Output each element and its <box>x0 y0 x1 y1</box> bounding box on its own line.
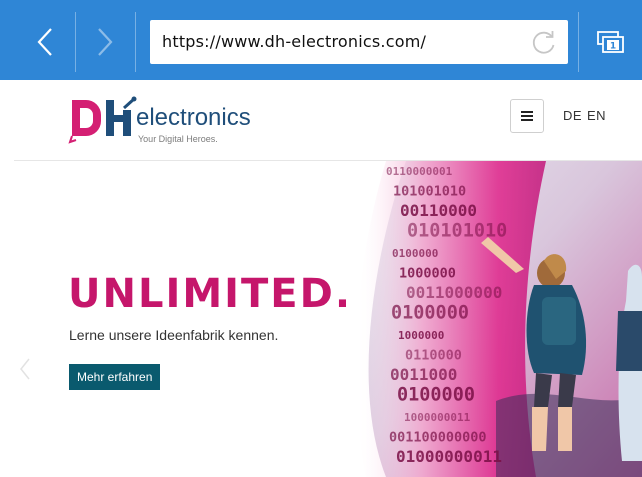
url-text[interactable]: https://www.dh-electronics.com/ <box>162 32 426 51</box>
binary-line: 001100000000 <box>389 430 487 446</box>
reload-icon[interactable] <box>530 28 558 56</box>
binary-line: 0100000 <box>397 385 475 406</box>
tabs-icon: 1 <box>597 31 624 53</box>
address-bar[interactable]: https://www.dh-electronics.com/ <box>150 20 568 64</box>
hero-subline: Lerne unsere Ideenfabrik kennen. <box>69 327 279 343</box>
chevron-left-icon <box>37 28 52 56</box>
logo-wordmark: electronics <box>136 104 251 131</box>
web-page: electronics Your Digital Heroes. DE EN 0… <box>14 80 642 477</box>
browser-toolbar: https://www.dh-electronics.com/ 1 <box>0 0 642 80</box>
browser-window: https://www.dh-electronics.com/ 1 electr… <box>0 0 642 477</box>
logo-tagline: Your Digital Heroes. <box>138 134 218 144</box>
binary-line: 1000000011 <box>404 411 471 424</box>
forward-button[interactable] <box>76 12 134 72</box>
site-header: electronics Your Digital Heroes. DE EN <box>14 80 642 161</box>
dh-logo-mark <box>68 96 137 144</box>
binary-line: 101001010 <box>393 184 466 200</box>
carousel-prev-icon[interactable] <box>18 357 32 381</box>
binary-line: 01000000011 <box>396 447 502 466</box>
back-button[interactable] <box>16 12 74 72</box>
binary-line: 0011000 <box>390 365 457 384</box>
lang-de-link[interactable]: DE <box>563 108 582 123</box>
binary-line: 1000000 <box>398 329 444 342</box>
binary-line: 0110000001 <box>386 165 453 178</box>
hero-image: 0110000001 10100101000110000010101010 0100… <box>346 161 642 477</box>
binary-line: 010101010 <box>407 221 507 242</box>
hamburger-icon <box>521 111 533 121</box>
menu-button[interactable] <box>510 99 544 133</box>
binary-line: 0100000 <box>392 247 438 260</box>
chevron-right-icon <box>98 28 113 56</box>
site-logo[interactable]: electronics Your Digital Heroes. <box>68 96 288 148</box>
toolbar-divider <box>578 12 579 72</box>
binary-line: 00110000 <box>400 201 477 220</box>
hero-headline: UNLIMITED. <box>68 271 353 317</box>
binary-line: 0110000 <box>405 348 462 364</box>
lang-en-link[interactable]: EN <box>587 108 606 123</box>
binary-line: 1000000 <box>399 266 456 282</box>
binary-line: 0100000 <box>391 303 469 324</box>
tab-count: 1 <box>610 42 616 52</box>
learn-more-button[interactable]: Mehr erfahren <box>69 364 161 390</box>
hero-banner: 0110000001 101001010 00110000 010101010 0100… <box>14 161 642 477</box>
tabs-button[interactable]: 1 <box>580 12 642 72</box>
binary-line: 0011000000 <box>406 283 502 302</box>
toolbar-divider <box>135 12 136 72</box>
